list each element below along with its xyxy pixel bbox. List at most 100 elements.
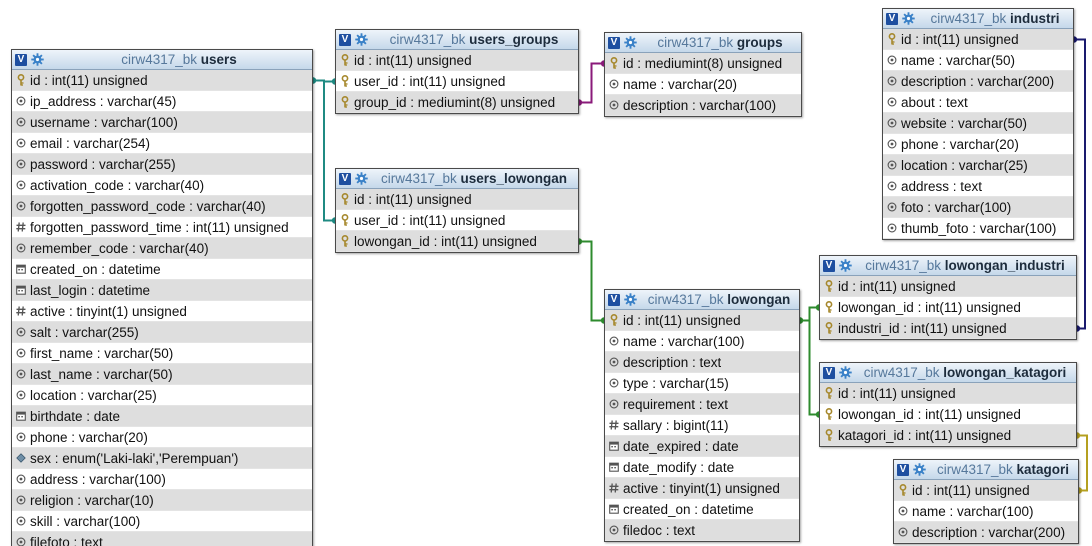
table-header[interactable]: Vcirw4317_bk lowongan_katagori [820,363,1076,383]
table-header[interactable]: Vcirw4317_bk users_groups [336,30,578,50]
column-row[interactable]: type : varchar(15) [605,373,799,394]
table-industri[interactable]: Vcirw4317_bk industri id : int(11) unsign… [882,8,1074,240]
column-row[interactable]: password : varchar(255) [12,154,312,175]
column-row[interactable]: description : varchar(200) [894,522,1078,543]
column-row[interactable]: id : int(11) unsigned [12,70,312,91]
column-row[interactable]: created_on : datetime [12,259,312,280]
gear-icon[interactable] [624,293,637,306]
column-row[interactable]: id : int(11) unsigned [820,383,1076,404]
column-row[interactable]: active : tinyint(1) unsigned [12,301,312,322]
toggle-view-icon[interactable]: V [886,12,898,25]
column-row[interactable]: description : text [605,352,799,373]
gear-icon[interactable] [355,33,368,46]
column-row[interactable]: user_id : int(11) unsigned [336,210,578,231]
column-row[interactable]: first_name : varchar(50) [12,343,312,364]
column-row[interactable]: id : mediumint(8) unsigned [605,53,801,74]
table-katagori[interactable]: Vcirw4317_bk katagori id : int(11) unsign… [893,459,1079,544]
column-row[interactable]: location : varchar(25) [12,385,312,406]
column-row[interactable]: name : varchar(20) [605,74,801,95]
table-header[interactable]: Vcirw4317_bk users [12,50,312,70]
column-row[interactable]: thumb_foto : varchar(100) [883,218,1073,239]
toggle-view-icon[interactable]: V [339,172,351,185]
column-row[interactable]: date_expired : date [605,436,799,457]
column-row[interactable]: lowongan_id : int(11) unsigned [820,297,1076,318]
column-row[interactable]: requirement : text [605,394,799,415]
column-row[interactable]: group_id : mediumint(8) unsigned [336,92,578,113]
column-row[interactable]: lowongan_id : int(11) unsigned [820,404,1076,425]
column-row[interactable]: website : varchar(50) [883,113,1073,134]
column-row[interactable]: location : varchar(25) [883,155,1073,176]
table-header[interactable]: Vcirw4317_bk lowongan [605,290,799,310]
table-lowongan-katagori[interactable]: Vcirw4317_bk lowongan_katagori id : int(1… [819,362,1077,447]
column-row[interactable]: phone : varchar(20) [12,427,312,448]
table-header[interactable]: Vcirw4317_bk katagori [894,460,1078,480]
toggle-view-icon[interactable]: V [608,293,620,306]
toggle-view-icon[interactable]: V [339,33,351,46]
table-users-groups[interactable]: Vcirw4317_bk users_groups id : int(11) un… [335,29,579,114]
column-row[interactable]: about : text [883,92,1073,113]
column-row[interactable]: user_id : int(11) unsigned [336,71,578,92]
toggle-view-icon[interactable]: V [897,463,909,476]
column-row[interactable]: id : int(11) unsigned [605,310,799,331]
table-header[interactable]: Vcirw4317_bk lowongan_industri [820,256,1076,276]
column-row[interactable]: date_modify : date [605,457,799,478]
table-header[interactable]: Vcirw4317_bk users_lowongan [336,169,578,189]
gear-icon[interactable] [355,172,368,185]
column-row[interactable]: forgotten_password_code : varchar(40) [12,196,312,217]
column-row[interactable]: id : int(11) unsigned [336,50,578,71]
column-row[interactable]: description : varchar(100) [605,95,801,116]
table-lowongan[interactable]: Vcirw4317_bk lowongan id : int(11) unsign… [604,289,800,542]
column-row[interactable]: active : tinyint(1) unsigned [605,478,799,499]
column-row[interactable]: foto : varchar(100) [883,197,1073,218]
toggle-view-icon[interactable]: V [823,259,835,272]
toggle-view-icon[interactable]: V [15,53,27,66]
toggle-view-icon[interactable]: V [823,366,835,379]
column-row[interactable]: email : varchar(254) [12,133,312,154]
toggle-view-icon[interactable]: V [608,36,620,49]
gear-icon[interactable] [913,463,926,476]
column-row[interactable]: name : varchar(50) [883,50,1073,71]
column-row[interactable]: id : int(11) unsigned [883,29,1073,50]
table-users-lowongan[interactable]: Vcirw4317_bk users_lowongan id : int(11) … [335,168,579,253]
column-row[interactable]: id : int(11) unsigned [820,276,1076,297]
column-row[interactable]: filefoto : text [12,532,312,546]
gear-icon[interactable] [31,53,44,66]
gear-icon[interactable] [839,259,852,272]
column-row[interactable]: birthdate : date [12,406,312,427]
table-header[interactable]: Vcirw4317_bk industri [883,9,1073,29]
column-row[interactable]: skill : varchar(100) [12,511,312,532]
column-row[interactable]: id : int(11) unsigned [336,189,578,210]
column-row[interactable]: name : varchar(100) [894,501,1078,522]
table-header[interactable]: Vcirw4317_bk groups [605,33,801,53]
table-lowongan-industri[interactable]: Vcirw4317_bk lowongan_industri id : int(1… [819,255,1077,340]
column-row[interactable]: salt : varchar(255) [12,322,312,343]
column-label: activation_code : varchar(40) [30,177,205,193]
key-icon [339,96,351,108]
column-row[interactable]: address : text [883,176,1073,197]
column-row[interactable]: created_on : datetime [605,499,799,520]
column-row[interactable]: name : varchar(100) [605,331,799,352]
column-row[interactable]: katagori_id : int(11) unsigned [820,425,1076,446]
gear-icon[interactable] [839,366,852,379]
column-row[interactable]: ip_address : varchar(45) [12,91,312,112]
column-row[interactable]: address : varchar(100) [12,469,312,490]
gear-icon[interactable] [902,12,915,25]
column-row[interactable]: activation_code : varchar(40) [12,175,312,196]
column-row[interactable]: username : varchar(100) [12,112,312,133]
column-row[interactable]: industri_id : int(11) unsigned [820,318,1076,339]
column-row[interactable]: filedoc : text [605,520,799,541]
column-row[interactable]: lowongan_id : int(11) unsigned [336,231,578,252]
column-row[interactable]: phone : varchar(20) [883,134,1073,155]
column-row[interactable]: forgotten_password_time : int(11) unsign… [12,217,312,238]
column-row[interactable]: description : varchar(200) [883,71,1073,92]
column-row[interactable]: sallary : bigint(11) [605,415,799,436]
column-row[interactable]: last_name : varchar(50) [12,364,312,385]
column-row[interactable]: religion : varchar(10) [12,490,312,511]
column-row[interactable]: id : int(11) unsigned [894,480,1078,501]
table-users[interactable]: Vcirw4317_bk users id : int(11) unsigned i… [11,49,313,546]
column-row[interactable]: remember_code : varchar(40) [12,238,312,259]
table-groups[interactable]: Vcirw4317_bk groups id : mediumint(8) uns… [604,32,802,117]
gear-icon[interactable] [624,36,637,49]
column-row[interactable]: sex : enum('Laki-laki','Perempuan') [12,448,312,469]
column-row[interactable]: last_login : datetime [12,280,312,301]
